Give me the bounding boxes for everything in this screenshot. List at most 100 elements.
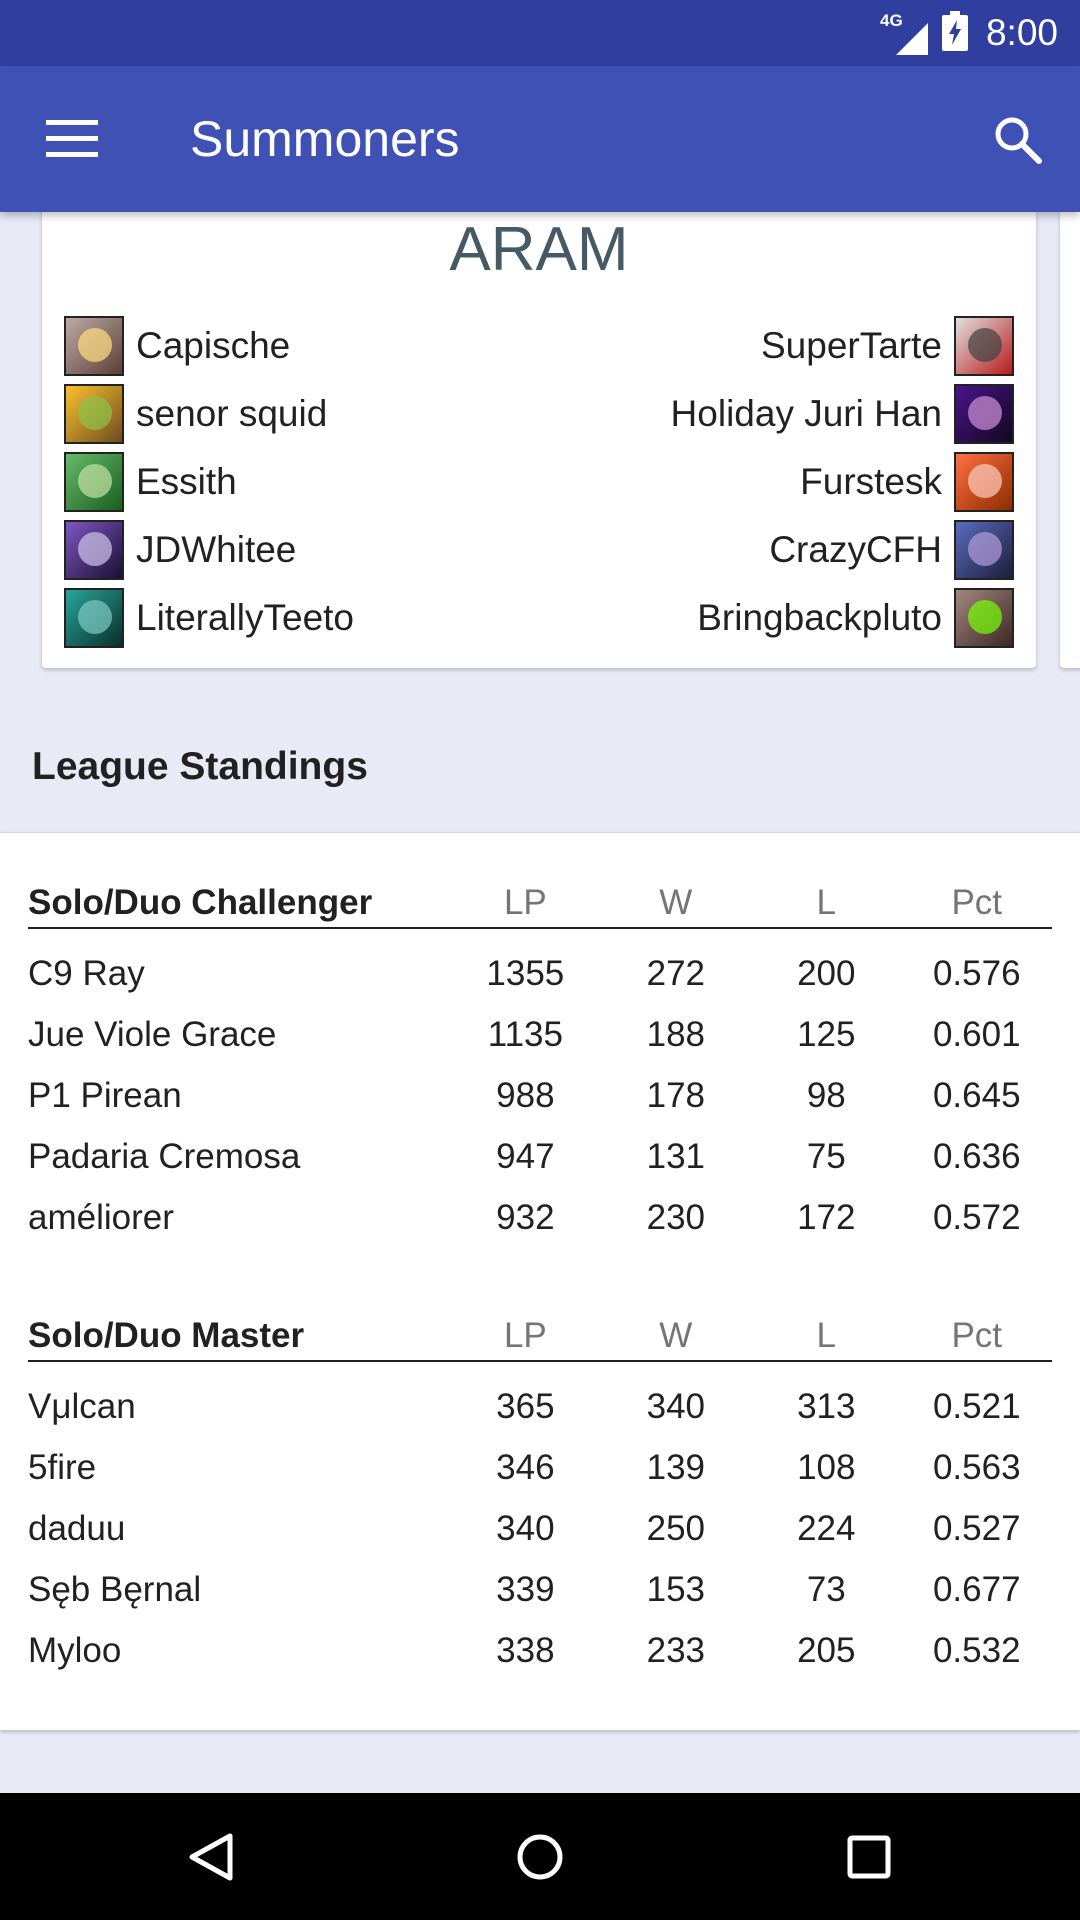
player-item[interactable]: Bringbackpluto [671,584,1014,652]
home-button[interactable] [495,1815,585,1899]
champion-avatar-icon [64,452,124,512]
player-item[interactable]: LiterallyTeeto [64,584,354,652]
player-name: JDWhitee [136,529,297,570]
table-row[interactable]: Padaria Cremosa 947 131 75 0.636 [28,1126,1052,1187]
table-row[interactable]: Jue Viole Grace 1135 188 125 0.601 [28,1004,1052,1065]
table-row[interactable]: améliorer 932 230 172 0.572 [28,1187,1052,1248]
tier-table-challenger: Solo/Duo Challenger LP W L Pct C9 Ray 13… [28,867,1052,1248]
pct-value: 0.532 [932,1630,1021,1670]
pct-value: 0.576 [932,953,1021,993]
player-name: Bringbackpluto [697,597,942,638]
lp-value: 365 [496,1386,555,1426]
wins-value: 340 [646,1386,706,1426]
wins-value: 272 [646,953,706,993]
wins-value: 131 [646,1136,706,1176]
wins-value: 188 [646,1014,706,1054]
wins-value: 153 [646,1569,706,1609]
losses-value: 200 [797,953,856,993]
table-row[interactable]: daduu 340 250 224 0.527 [28,1498,1052,1559]
champion-avatar-icon [954,588,1014,648]
table-row[interactable]: Vμlcan 365 340 313 0.521 [28,1376,1052,1437]
search-button[interactable] [982,104,1054,176]
player-item[interactable]: SuperTarte [671,312,1014,380]
column-header: Pct [951,883,1003,922]
column-header: LP [503,883,547,922]
table-row[interactable]: P1 Pirean 988 178 98 0.645 [28,1065,1052,1126]
status-bar: 4G 8:00 [0,0,1080,66]
wins-value: 230 [646,1197,706,1237]
player-item[interactable]: CrazyCFH [671,516,1014,584]
lp-value: 947 [496,1136,555,1176]
aram-match-card[interactable]: ARAM Capische senor squid Essith JDWhite… [42,200,1036,668]
summoner-name: P1 Pirean [28,1075,182,1115]
next-match-card[interactable] [1060,200,1080,668]
player-item[interactable]: Essith [64,448,354,516]
champion-avatar-icon [954,520,1014,580]
back-triangle-icon [189,1833,233,1881]
losses-value: 108 [797,1447,856,1487]
player-name: Holiday Juri Han [670,393,942,434]
signal-4g-icon: 4G [880,11,928,55]
player-item[interactable]: JDWhitee [64,516,354,584]
wins-value: 250 [646,1508,706,1548]
pct-value: 0.527 [932,1508,1021,1548]
player-name: Essith [136,461,237,502]
league-standings-heading: League Standings [32,745,368,788]
table-row[interactable]: C9 Ray 1355 272 200 0.576 [28,943,1052,1004]
pct-value: 0.645 [932,1075,1021,1115]
summoner-name: Myloo [28,1630,122,1670]
player-name: SuperTarte [761,325,942,366]
player-name: LiterallyTeeto [136,597,355,638]
table-row[interactable]: Myloo 338 233 205 0.532 [28,1620,1052,1681]
tier-table-master: Solo/Duo Master LP W L Pct Vμlcan 365 34… [28,1300,1052,1681]
standings-panel: Solo/Duo Challenger LP W L Pct C9 Ray 13… [0,832,1080,1730]
table-row[interactable]: Sęb Bęrnal 339 153 73 0.677 [28,1559,1052,1620]
status-time: 8:00 [985,12,1058,53]
player-name: Furstesk [800,461,942,502]
column-header: L [816,1316,837,1355]
column-header: LP [503,1316,547,1355]
champion-avatar-icon [954,316,1014,376]
lp-value: 1355 [486,953,565,993]
losses-value: 125 [797,1014,856,1054]
menu-button[interactable] [34,107,110,171]
team-right: SuperTarte Holiday Juri Han Furstesk Cra… [671,312,1014,652]
losses-value: 75 [806,1136,846,1176]
summoner-name: améliorer [28,1197,174,1237]
column-header: Pct [951,1316,1003,1355]
losses-value: 172 [797,1197,856,1237]
player-item[interactable]: Furstesk [671,448,1014,516]
champion-avatar-icon [64,384,124,444]
pct-value: 0.521 [932,1386,1021,1426]
app-bar: Summoners [0,66,1080,212]
recents-button[interactable] [824,1815,914,1899]
losses-value: 73 [806,1569,846,1609]
wins-value: 139 [646,1447,706,1487]
pct-value: 0.636 [932,1136,1021,1176]
table-row[interactable]: 5fire 346 139 108 0.563 [28,1437,1052,1498]
summoner-name: 5fire [28,1447,97,1487]
team-left: Capische senor squid Essith JDWhitee Lit… [64,312,354,652]
lp-value: 339 [496,1569,555,1609]
summoner-name: Vμlcan [28,1386,136,1426]
player-name: senor squid [136,393,328,434]
column-header: W [659,1316,693,1355]
tier-name: Solo/Duo Master [28,1316,305,1355]
lp-value: 346 [496,1447,555,1487]
pct-value: 0.563 [932,1447,1021,1487]
pct-value: 0.572 [932,1197,1021,1237]
back-button[interactable] [166,1815,256,1899]
player-item[interactable]: Capische [64,312,354,380]
lp-value: 340 [496,1508,555,1548]
lp-value: 338 [496,1630,555,1670]
champion-avatar-icon [954,452,1014,512]
player-item[interactable]: senor squid [64,380,354,448]
losses-value: 224 [797,1508,856,1548]
pct-value: 0.677 [932,1569,1021,1609]
summoner-name: Padaria Cremosa [28,1136,301,1176]
player-item[interactable]: Holiday Juri Han [671,380,1014,448]
champion-avatar-icon [64,588,124,648]
player-name: Capische [136,325,291,366]
wins-value: 233 [646,1630,706,1670]
summoner-name: C9 Ray [28,953,145,993]
